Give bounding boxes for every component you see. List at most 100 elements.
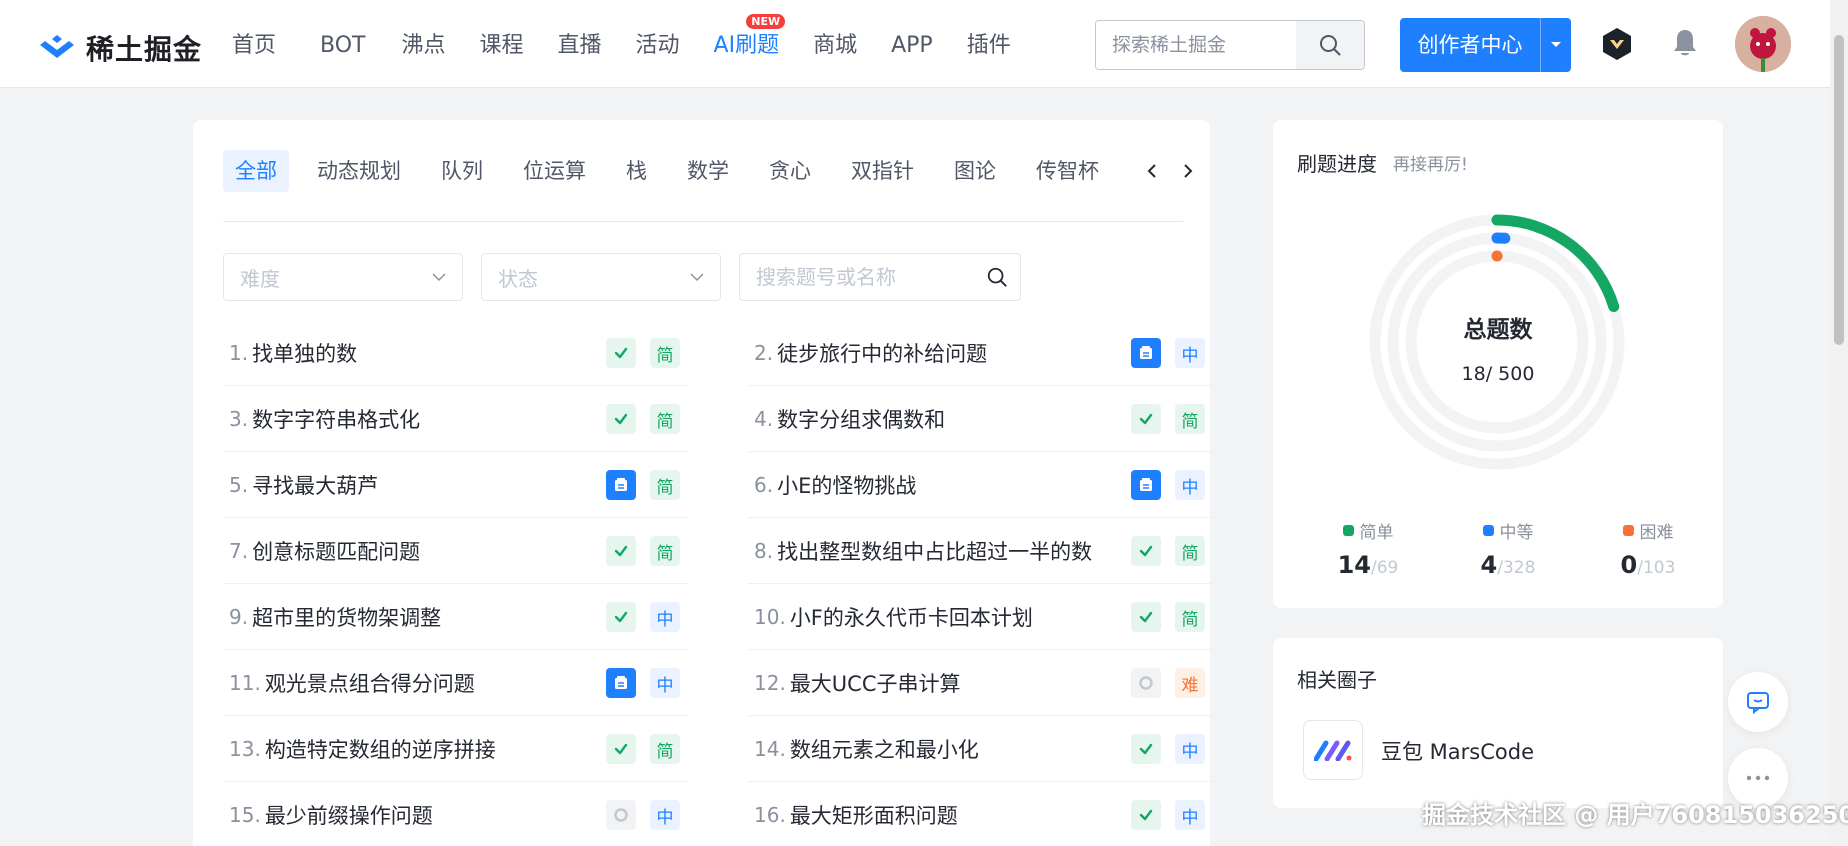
medium-dot-icon — [1482, 525, 1494, 536]
problem-number: 13. — [229, 736, 261, 761]
tabs-prev-icon[interactable] — [1140, 159, 1164, 183]
problem-number: 9. — [229, 604, 249, 629]
difficulty-badge: 难 — [1175, 668, 1205, 698]
difficulty-badge: 中 — [1175, 470, 1205, 500]
top-header: 稀土掘金 首页 BOT 沸点 课程 直播 活动 AI刷题 NEW 商城 APP … — [0, 0, 1830, 88]
creator-caret-icon[interactable] — [1541, 18, 1571, 72]
tab-queue[interactable]: 队列 — [429, 150, 495, 192]
tab-chuanzhi[interactable]: 传智杯 — [1024, 150, 1111, 192]
solved-check-icon — [606, 536, 636, 566]
nav-plugin[interactable]: 插件 — [967, 30, 1011, 62]
new-badge: NEW — [746, 14, 786, 29]
creator-center-label: 创作者中心 — [1400, 18, 1541, 72]
nav-ai-practice-label: AI刷题 — [713, 33, 780, 58]
user-avatar[interactable] — [1735, 16, 1791, 72]
problem-row[interactable]: 7. 创意标题匹配问题简 — [223, 518, 688, 584]
vip-badge-icon[interactable] — [1601, 27, 1633, 61]
problem-row[interactable]: 12. 最大UCC子串计算难 — [748, 650, 1213, 716]
search-icon[interactable] — [986, 266, 1008, 288]
solved-check-icon — [606, 338, 636, 368]
problem-row[interactable]: 10. 小F的永久代币卡回本计划简 — [748, 584, 1213, 650]
tab-math[interactable]: 数学 — [675, 150, 741, 192]
nav-events[interactable]: 活动 — [636, 30, 680, 62]
problem-row[interactable]: 4. 数字分组求偶数和简 — [748, 386, 1213, 452]
problem-row[interactable]: 14. 数组元素之和最小化中 — [748, 716, 1213, 782]
problem-row[interactable]: 9. 超市里的货物架调整中 — [223, 584, 688, 650]
header-search-input[interactable] — [1096, 21, 1296, 69]
solved-check-icon — [1131, 404, 1161, 434]
unsolved-circle-icon — [606, 800, 636, 830]
in-progress-clipboard-icon — [1131, 470, 1161, 500]
problem-number: 3. — [229, 406, 249, 431]
legend-medium: 中等 4/328 — [1453, 518, 1563, 579]
nav-home[interactable]: 首页 — [232, 30, 276, 62]
problem-row[interactable]: 1. 找单独的数简 — [223, 320, 688, 386]
solved-check-icon — [1131, 602, 1161, 632]
easy-dot-icon — [1342, 525, 1354, 536]
tab-greedy[interactable]: 贪心 — [757, 150, 823, 192]
nav-pins[interactable]: 沸点 — [401, 30, 445, 62]
nav-app[interactable]: APP — [891, 30, 933, 62]
solved-check-icon — [1131, 800, 1161, 830]
progress-card: 刷题进度 再接再厉! 总题数 18/ 500 简单 14/69 中等 4/328… — [1273, 120, 1723, 608]
header-search-button[interactable] — [1296, 21, 1364, 69]
tab-all[interactable]: 全部 — [223, 150, 289, 192]
in-progress-clipboard-icon — [606, 668, 636, 698]
problem-row[interactable]: 5. 寻找最大葫芦简 — [223, 452, 688, 518]
problem-row[interactable]: 2. 徒步旅行中的补给问题中 — [748, 320, 1213, 386]
tab-dp[interactable]: 动态规划 — [305, 150, 413, 192]
legend-medium-total: /328 — [1497, 558, 1536, 578]
difficulty-select[interactable]: 难度 — [223, 253, 463, 301]
tabs-next-icon[interactable] — [1176, 159, 1200, 183]
creator-center-button[interactable]: 创作者中心 — [1400, 18, 1571, 72]
problem-row[interactable]: 6. 小E的怪物挑战中 — [748, 452, 1213, 518]
problem-number: 6. — [754, 472, 774, 497]
problem-number: 8. — [754, 538, 774, 563]
logo[interactable]: 稀土掘金 — [36, 28, 202, 68]
feedback-button[interactable] — [1728, 672, 1788, 732]
marscode-logo-icon[interactable] — [1303, 720, 1363, 780]
unsolved-circle-icon — [1131, 668, 1161, 698]
difficulty-select-placeholder: 难度 — [240, 266, 280, 291]
hard-dot-icon — [1622, 525, 1634, 536]
difficulty-badge: 简 — [1175, 602, 1205, 632]
problem-search-input[interactable] — [756, 265, 976, 289]
nav-bot[interactable]: BOT — [320, 30, 365, 62]
page-scrollbar[interactable] — [1830, 0, 1848, 846]
difficulty-badge: 中 — [650, 602, 680, 632]
problem-row[interactable]: 3. 数字字符串格式化简 — [223, 386, 688, 452]
difficulty-badge: 简 — [650, 734, 680, 764]
problem-row[interactable]: 13. 构造特定数组的逆序拼接简 — [223, 716, 688, 782]
legend-hard-label: 困难 — [1639, 523, 1674, 543]
scrollbar-thumb[interactable] — [1834, 35, 1844, 345]
tab-bit[interactable]: 位运算 — [511, 150, 598, 192]
tab-stack[interactable]: 栈 — [614, 150, 659, 192]
difficulty-badge: 简 — [650, 536, 680, 566]
nav-ai-practice[interactable]: AI刷题 NEW — [713, 14, 786, 62]
notification-bell-icon[interactable] — [1670, 27, 1700, 59]
problem-row[interactable]: 16. 最大矩形面积问题中 — [748, 782, 1213, 846]
problem-list: 1. 找单独的数简 2. 徒步旅行中的补给问题中 3. 数字字符串格式化简 4. 数字分组求偶… — [223, 320, 1213, 846]
nav-live[interactable]: 直播 — [558, 30, 602, 62]
problem-number: 11. — [229, 670, 261, 695]
legend-easy: 简单 14/69 — [1313, 518, 1423, 579]
tab-graph[interactable]: 图论 — [942, 150, 1008, 192]
solved-check-icon — [606, 734, 636, 764]
problem-row[interactable]: 11. 观光景点组合得分问题中 — [223, 650, 688, 716]
filter-bar: 难度 状态 — [223, 253, 1021, 301]
difficulty-legend: 简单 14/69 中等 4/328 困难 0/103 — [1313, 518, 1703, 579]
nav-course[interactable]: 课程 — [480, 30, 524, 62]
problem-row[interactable]: 8. 找出整型数组中占比超过一半的数简 — [748, 518, 1213, 584]
search-icon — [1320, 35, 1341, 56]
category-tabs: 全部 动态规划 队列 位运算 栈 数学 贪心 双指针 图论 传智杯 — [223, 150, 1203, 192]
nav-mall[interactable]: 商城 — [813, 30, 857, 62]
legend-medium-label: 中等 — [1499, 523, 1534, 543]
solved-check-icon — [1131, 536, 1161, 566]
problem-row[interactable]: 15. 最少前缀操作问题中 — [223, 782, 688, 846]
problem-number: 5. — [229, 472, 249, 497]
circle-name[interactable]: 豆包 MarsCode — [1381, 736, 1534, 766]
tab-two-pointers[interactable]: 双指针 — [839, 150, 926, 192]
legend-easy-label: 简单 — [1359, 523, 1394, 543]
tabs-divider — [223, 221, 1183, 222]
status-select[interactable]: 状态 — [481, 253, 721, 301]
